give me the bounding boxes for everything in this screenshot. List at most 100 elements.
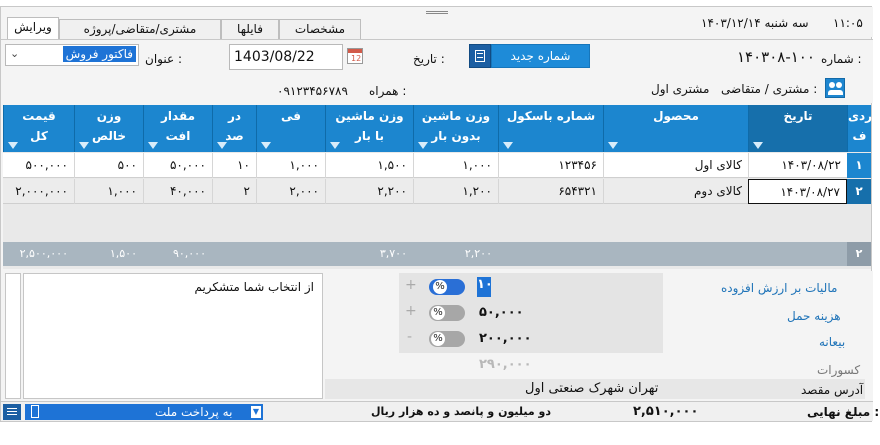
- calculator-icon[interactable]: [469, 44, 491, 68]
- cell-percent[interactable]: ۱۰: [212, 153, 256, 178]
- deposit-value[interactable]: ۲۰۰,۰۰۰: [479, 331, 532, 346]
- date-display: سه شنبه ۱۴۰۳/۱۲/۱۴: [701, 16, 809, 30]
- cell-fee[interactable]: ۲,۰۰۰: [256, 179, 325, 204]
- tab-customer-project[interactable]: مشتری/متقاضی/پروژه: [59, 19, 221, 39]
- col-header-empty-weight[interactable]: وزن ماشین بدون بار: [413, 105, 498, 152]
- title-label: عنوان :: [145, 52, 182, 66]
- cell-product[interactable]: کالای دوم: [603, 179, 748, 204]
- cell-scale[interactable]: ۱۲۳۴۵۶: [498, 153, 603, 178]
- title-select-value: فاکتور فروش: [62, 46, 136, 62]
- total-drop: ۹۰,۰۰۰: [172, 247, 206, 260]
- tab-specs[interactable]: مشخصات: [279, 19, 361, 39]
- cell-empty-weight[interactable]: ۱,۰۰۰: [413, 153, 498, 178]
- total-empty-weight: ۲,۲۰۰: [464, 247, 492, 260]
- summary-panel: از انتخاب شما متشکریم + % ۱۰ + % ۵۰,۰۰۰ …: [1, 271, 873, 401]
- tab-edit[interactable]: ویرایش: [7, 17, 59, 39]
- filter-icon[interactable]: [503, 142, 513, 149]
- row-number: ۲: [847, 179, 871, 204]
- footer-bar: به پرداخت ملت ▼ دو میلیون و پانصد و ده ه…: [1, 401, 879, 421]
- shipping-label: هزینه حمل: [787, 309, 841, 323]
- drag-handle[interactable]: [426, 11, 448, 14]
- bank-icon: [31, 405, 39, 418]
- cell-fee[interactable]: ۱,۰۰۰: [256, 153, 325, 178]
- total-price: ۲,۵۰۰,۰۰۰: [19, 247, 68, 260]
- cell-loaded-weight[interactable]: ۱,۵۰۰: [325, 153, 413, 178]
- notes-text: از انتخاب شما متشکریم: [194, 280, 314, 294]
- date-label: تاریخ :: [413, 52, 445, 66]
- col-header-fee[interactable]: فی: [256, 105, 325, 152]
- calendar-icon[interactable]: 12: [347, 48, 363, 64]
- new-number-button[interactable]: شماره جدید: [491, 44, 590, 68]
- cell-drop[interactable]: ۴۰,۰۰۰: [143, 179, 212, 204]
- vat-label: مالیات بر ارزش افزوده: [721, 281, 838, 295]
- minus-icon[interactable]: -: [407, 329, 412, 345]
- filter-icon[interactable]: [8, 142, 18, 149]
- address-row[interactable]: تهران شهرک صنعتی اول: [325, 379, 865, 399]
- date-field[interactable]: 1403/08/22: [229, 44, 343, 70]
- shipping-percent-toggle[interactable]: %: [429, 305, 465, 321]
- chevron-down-icon[interactable]: ▼: [251, 406, 261, 418]
- shipping-value[interactable]: ۵۰,۰۰۰: [479, 305, 524, 320]
- top-bar: ۱۱:۰۵ سه شنبه ۱۴۰۳/۱۲/۱۴ ویرایش مشتری/مت…: [1, 7, 873, 39]
- notes-scrollbar[interactable]: [5, 273, 21, 399]
- totals-bar: ۲ ۲,۲۰۰ ۳,۷۰۰ ۹۰,۰۰۰ ۱,۵۰۰ ۲,۵۰۰,۰۰۰: [3, 242, 871, 266]
- col-header-net[interactable]: وزن خالص: [74, 105, 143, 152]
- cell-total[interactable]: ۵۰۰,۰۰۰: [3, 153, 74, 178]
- cell-product[interactable]: کالای اول: [603, 153, 748, 178]
- cell-loaded-weight[interactable]: ۲,۲۰۰: [325, 179, 413, 204]
- notes-textarea[interactable]: از انتخاب شما متشکریم: [23, 273, 323, 399]
- filter-icon[interactable]: [261, 142, 271, 149]
- col-header-total[interactable]: قیمت کل: [3, 105, 74, 152]
- address-label: آدرس مقصد: [801, 383, 864, 397]
- cell-drop[interactable]: ۵۰,۰۰۰: [143, 153, 212, 178]
- vat-percent-toggle[interactable]: %: [429, 279, 465, 295]
- col-header-drop[interactable]: مقدار افت: [143, 105, 212, 152]
- col-header-row[interactable]: ردی ف: [847, 105, 872, 152]
- invoice-form: شماره : ۱۴۰۳۰۸-۱۰۰ شماره جدید تاریخ : 12…: [1, 39, 873, 103]
- deposit-percent-toggle[interactable]: %: [429, 331, 465, 347]
- final-amount: ۲,۵۱۰,۰۰۰: [633, 404, 699, 419]
- address-value: تهران شهرک صنعتی اول: [525, 381, 659, 396]
- cell-empty-weight[interactable]: ۱,۲۰۰: [413, 179, 498, 204]
- col-header-loaded-weight[interactable]: وزن ماشین با بار: [325, 105, 413, 152]
- customer-value: مشتری اول: [651, 82, 710, 96]
- table-row[interactable]: ۲ ۱۴۰۳/۰۸/۲۷ کالای دوم ۶۵۴۳۲۱ ۱,۲۰۰ ۲,۲۰…: [3, 179, 871, 204]
- col-header-product[interactable]: محصول: [603, 105, 748, 152]
- payment-value: به پرداخت ملت: [155, 405, 233, 419]
- cell-total[interactable]: ۲,۰۰۰,۰۰۰: [3, 179, 74, 204]
- title-select[interactable]: فاکتور فروش ⌄: [5, 44, 139, 66]
- deductions-label: کسورات: [817, 363, 861, 377]
- clock: ۱۱:۰۵: [833, 16, 863, 30]
- col-header-date[interactable]: تاریخ: [748, 105, 847, 152]
- cell-date-focused[interactable]: ۱۴۰۳/۰۸/۲۷: [748, 179, 847, 204]
- menu-icon[interactable]: [3, 404, 21, 420]
- tab-files[interactable]: فایلها: [221, 19, 279, 39]
- mobile-label: همراه :: [369, 84, 407, 98]
- filter-icon[interactable]: [148, 142, 158, 149]
- vat-value[interactable]: ۱۰: [477, 277, 493, 297]
- cell-scale[interactable]: ۶۵۴۳۲۱: [498, 179, 603, 204]
- cell-date[interactable]: ۱۴۰۳/۰۸/۲۲: [748, 153, 847, 178]
- filter-icon[interactable]: [330, 142, 340, 149]
- plus-icon[interactable]: +: [405, 277, 417, 293]
- final-amount-words: دو میلیون و پانصد و ده هزار ریال: [371, 405, 551, 418]
- filter-icon[interactable]: [217, 142, 227, 149]
- cell-net[interactable]: ۵۰۰: [74, 153, 143, 178]
- filter-icon[interactable]: [753, 142, 763, 149]
- number-value: ۱۴۰۳۰۸-۱۰۰: [737, 48, 815, 66]
- filter-icon[interactable]: [79, 142, 89, 149]
- final-amount-label: مبلغ نهایی :: [807, 405, 880, 419]
- col-header-percent[interactable]: در صد: [212, 105, 256, 152]
- table-row[interactable]: ۱ ۱۴۰۳/۰۸/۲۲ کالای اول ۱۲۳۴۵۶ ۱,۰۰۰ ۱,۵۰…: [3, 153, 871, 178]
- col-header-scale[interactable]: شماره باسکول: [498, 105, 603, 152]
- total-count: ۲: [847, 242, 871, 266]
- plus-icon[interactable]: +: [405, 303, 417, 319]
- payment-select[interactable]: به پرداخت ملت ▼: [25, 404, 263, 420]
- mobile-value: ۰۹۱۲۳۴۵۶۷۸۹: [277, 84, 348, 98]
- filter-icon[interactable]: [418, 142, 428, 149]
- filter-icon[interactable]: [608, 142, 618, 149]
- cell-percent[interactable]: ۲: [212, 179, 256, 204]
- cell-net[interactable]: ۱,۰۰۰: [74, 179, 143, 204]
- number-label: شماره :: [821, 52, 862, 66]
- customer-icon[interactable]: [825, 78, 845, 98]
